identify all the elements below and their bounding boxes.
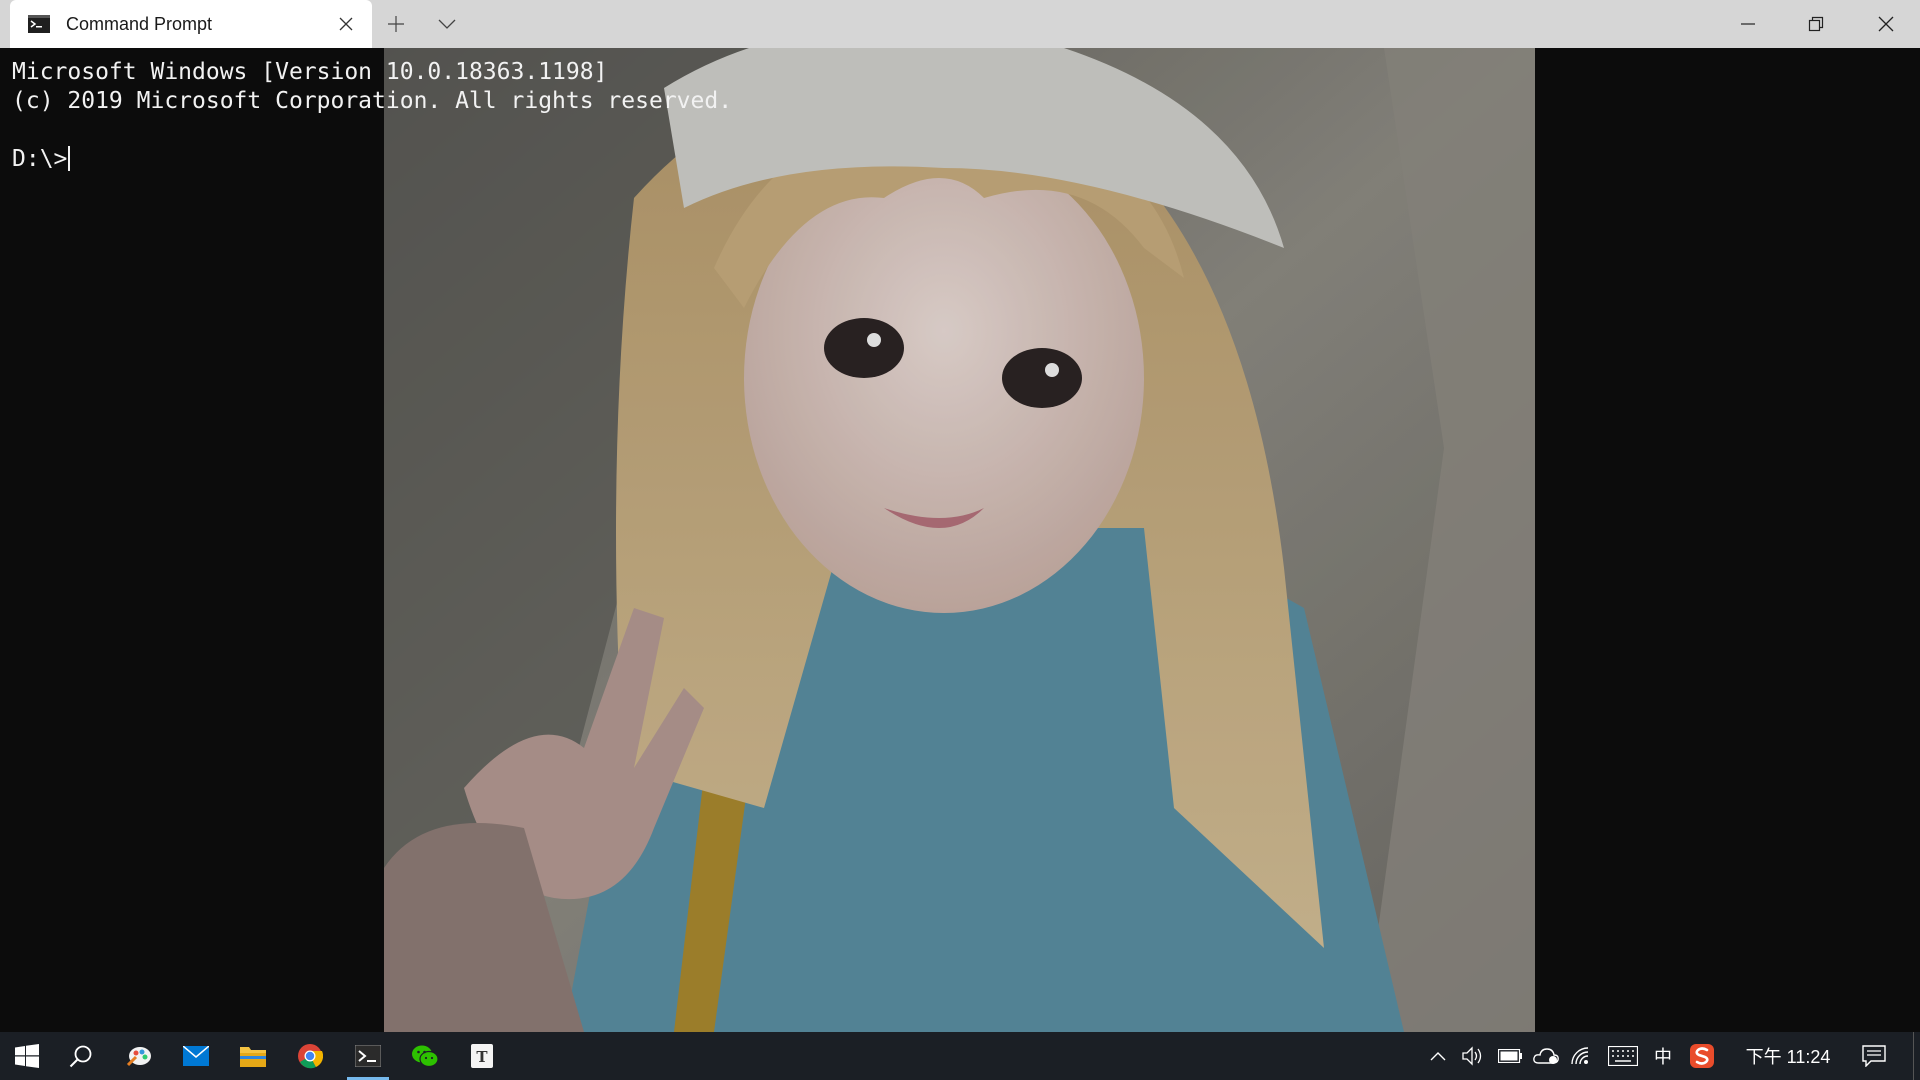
wechat-icon xyxy=(412,1045,439,1068)
tray-clock[interactable]: 下午 11:24 xyxy=(1738,1032,1838,1080)
svg-text:T: T xyxy=(476,1048,488,1066)
wifi-icon xyxy=(1571,1047,1589,1065)
plus-icon xyxy=(388,16,404,32)
tray-sogou-ime[interactable] xyxy=(1686,1032,1718,1080)
notification-icon xyxy=(1862,1045,1886,1067)
close-window-button[interactable] xyxy=(1852,0,1920,48)
taskbar-app-mail[interactable] xyxy=(169,1032,223,1080)
mail-icon xyxy=(183,1046,209,1066)
terminal-output: Microsoft Windows [Version 10.0.18363.11… xyxy=(12,58,732,174)
close-icon xyxy=(339,17,353,31)
typora-icon: T xyxy=(471,1044,493,1068)
palette-icon xyxy=(126,1047,151,1067)
taskbar-app-wechat[interactable] xyxy=(398,1032,452,1080)
tray-network[interactable] xyxy=(1566,1032,1598,1080)
taskbar-app-explorer[interactable] xyxy=(226,1032,280,1080)
folder-icon xyxy=(240,1047,266,1067)
keyboard-icon xyxy=(1608,1046,1638,1066)
tray-onedrive[interactable] xyxy=(1530,1032,1562,1080)
minimize-button[interactable] xyxy=(1714,0,1782,48)
taskbar: T 中 下午 11:24 xyxy=(0,1032,1920,1080)
terminal-pane[interactable]: Microsoft Windows [Version 10.0.18363.11… xyxy=(0,48,1920,1032)
tray-overflow-button[interactable] xyxy=(1424,1032,1452,1080)
new-tab-button[interactable] xyxy=(381,10,411,38)
tray-battery[interactable] xyxy=(1494,1032,1526,1080)
tray-keyboard[interactable] xyxy=(1604,1032,1642,1080)
tray-volume[interactable] xyxy=(1458,1032,1488,1080)
action-center-button[interactable] xyxy=(1856,1032,1892,1080)
battery-icon xyxy=(1498,1049,1522,1063)
chevron-down-icon xyxy=(438,19,456,29)
tab-dropdown-button[interactable] xyxy=(432,10,462,38)
chrome-icon xyxy=(298,1044,323,1069)
tab-close-button[interactable] xyxy=(334,12,358,36)
terminal-prompt-line[interactable]: D:\> xyxy=(12,145,732,174)
cmd-icon xyxy=(28,15,50,33)
taskbar-app-typora[interactable]: T xyxy=(455,1032,509,1080)
background-image xyxy=(384,48,1535,1032)
text-cursor xyxy=(68,146,71,171)
tab-command-prompt[interactable]: Command Prompt xyxy=(10,0,372,48)
windows-start-icon xyxy=(15,1044,39,1068)
taskbar-app-chrome[interactable] xyxy=(283,1032,337,1080)
search-button[interactable] xyxy=(54,1032,108,1080)
search-icon xyxy=(69,1045,92,1068)
tray-input-mode[interactable]: 中 xyxy=(1648,1032,1678,1080)
tab-title: Command Prompt xyxy=(66,13,213,34)
restore-icon xyxy=(1808,16,1824,32)
cloud-icon xyxy=(1533,1048,1559,1064)
terminal-line: Microsoft Windows [Version 10.0.18363.11… xyxy=(12,59,608,85)
taskbar-app-paint[interactable] xyxy=(112,1032,166,1080)
terminal-icon xyxy=(355,1045,381,1067)
title-bar: Command Prompt xyxy=(0,0,1920,48)
terminal-line: (c) 2019 Microsoft Corporation. All righ… xyxy=(12,88,733,114)
terminal-prompt: D:\> xyxy=(12,146,68,172)
restore-button[interactable] xyxy=(1782,0,1850,48)
start-button[interactable] xyxy=(0,1032,54,1080)
volume-icon xyxy=(1462,1046,1482,1066)
chevron-up-icon xyxy=(1430,1052,1446,1061)
show-desktop-button[interactable] xyxy=(1913,1032,1920,1080)
minimize-icon xyxy=(1741,23,1755,25)
taskbar-app-terminal[interactable] xyxy=(341,1032,395,1080)
sogou-icon xyxy=(1690,1044,1714,1068)
close-icon xyxy=(1878,16,1894,32)
